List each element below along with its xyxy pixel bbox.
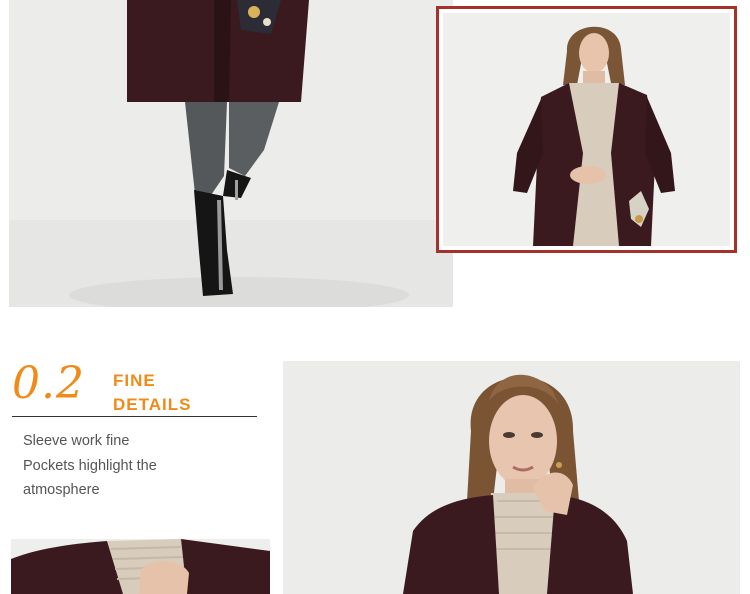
- feature-heading-line1: FINE: [113, 371, 156, 390]
- divider: [12, 416, 257, 417]
- feature-number: 0.2: [12, 358, 85, 409]
- framed-product-photo: [436, 6, 737, 253]
- feature-heading-line2: DETAILS: [113, 395, 192, 414]
- feature-heading: FINE DETAILS: [113, 369, 191, 417]
- description-line: Pockets highlight the: [23, 457, 157, 474]
- model-portrait-photo: [283, 361, 740, 594]
- detail-crop-photo: [11, 539, 270, 594]
- description-line: Sleeve work fine: [23, 433, 130, 449]
- feature-description: Sleeve work fine Pockets highlight the a…: [23, 429, 157, 503]
- description-line: atmosphere: [23, 482, 100, 498]
- product-photo-legs: [9, 0, 453, 307]
